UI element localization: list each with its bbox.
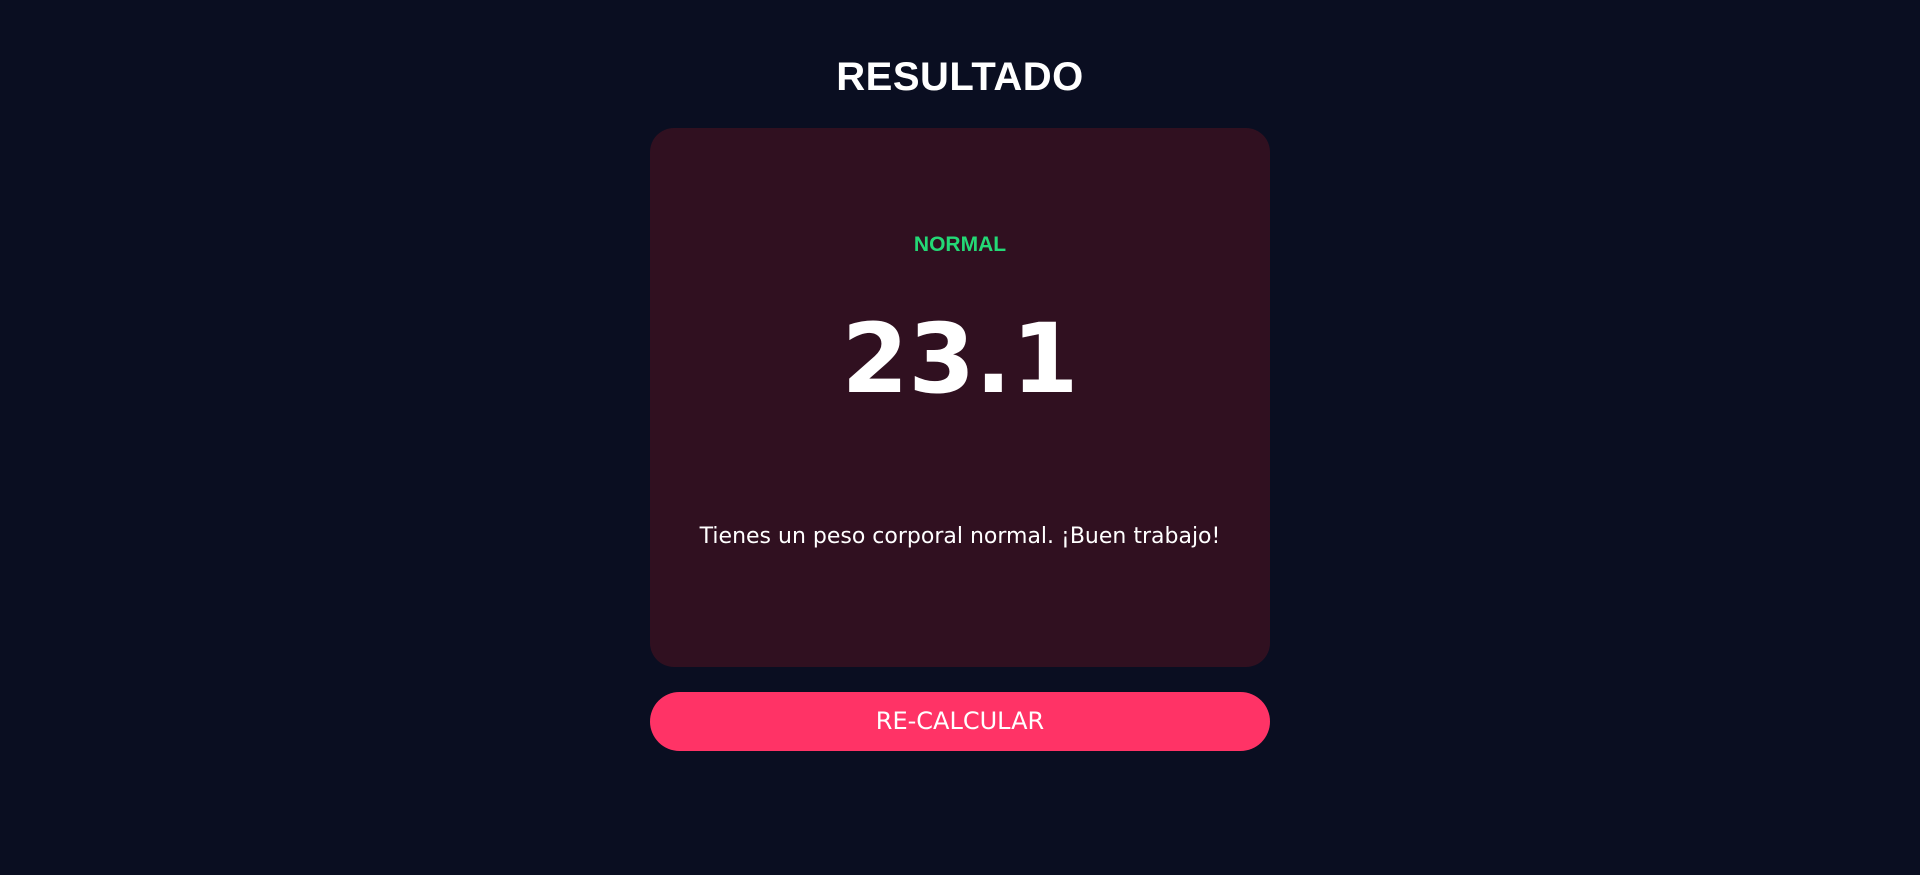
result-message: Tienes un peso corporal normal. ¡Buen tr…: [699, 524, 1221, 549]
bmi-value: 23.1: [841, 303, 1079, 415]
result-page: RESULTADO NORMAL 23.1 Tienes un peso cor…: [0, 0, 1920, 875]
status-label: NORMAL: [913, 233, 1007, 256]
page-title: RESULTADO: [836, 55, 1084, 99]
recalculate-button[interactable]: RE-CALCULAR: [650, 692, 1270, 751]
result-card: NORMAL 23.1 Tienes un peso corporal norm…: [650, 128, 1270, 667]
